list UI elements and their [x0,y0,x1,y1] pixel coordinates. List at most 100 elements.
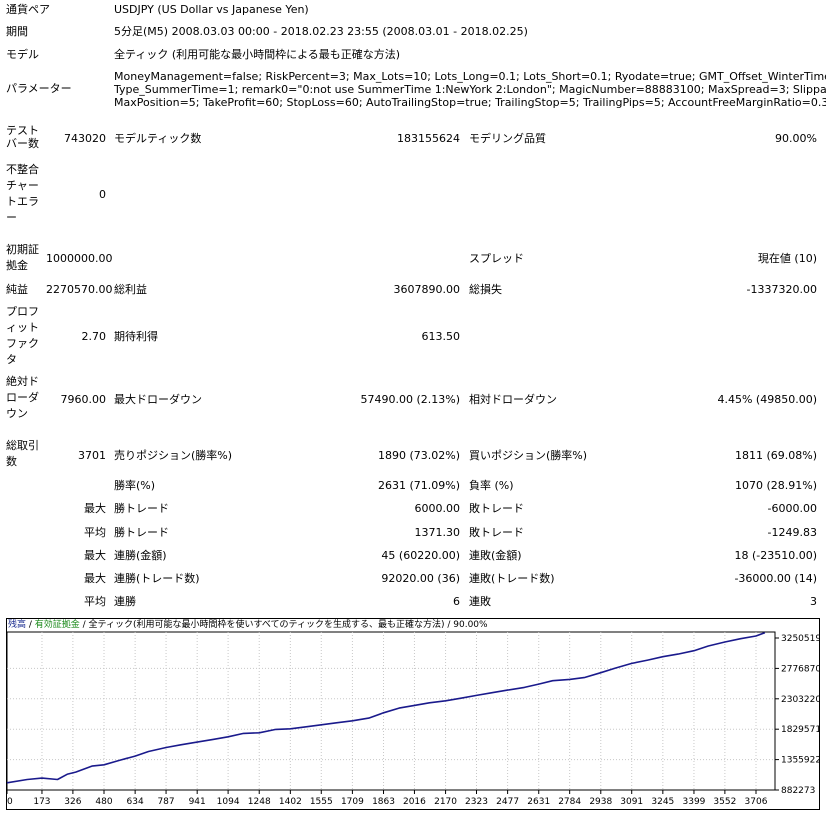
x-tick-label: 2016 [403,797,426,807]
average-loss-value: -1249.83 [767,526,817,539]
largest-profit-label: 勝トレード [114,502,169,515]
max-consec-losses-value: 18 (-23510.00) [734,549,817,562]
chart-caption-rest: / 全ティック(利用可能な最小時間枠を使いすべてのティックを生成する、最も正確な… [79,620,488,630]
average-profit-label: 勝トレード [114,526,169,539]
largest-profit-value: 6000.00 [414,502,461,515]
avg-consec-losses-value: 3 [810,595,817,608]
balance-chart-svg: 3250519 2776870 2303220 1829571 1355922 88227… [6,618,821,810]
ticks-modelled-label: モデルティック数 [114,132,202,145]
chart-caption-sep: / [26,620,35,630]
x-tick-label: 0 [7,797,13,807]
x-tick-label: 3399 [683,797,706,807]
long-positions-value: 1811 (69.08%) [734,449,817,462]
x-tick-label: 634 [127,797,144,807]
parameters-line-3: MaxPosition=5; TakeProfit=60; StopLoss=6… [114,96,826,109]
gross-profit-label: 総利益 [114,283,147,296]
chart-caption-balance: 残高 [8,620,27,630]
max-consec-wins-label: 連勝(金額) [114,549,167,562]
model-value: 全ティック (利用可能な最小時間枠による最も正確な方法) [114,48,401,61]
max-consec-money-label: 最大 [84,549,106,562]
loss-trades-value: 1070 (28.91%) [734,479,817,492]
max-consec-profit-wins-value: 92020.00 (36) [381,572,460,585]
average-profit-value: 1371.30 [414,526,461,539]
x-tick-label: 1248 [248,797,271,807]
x-tick-label: 3706 [745,797,768,807]
avg-consec-wins-value: 6 [453,595,460,608]
symbol-value: USDJPY (US Dollar vs Japanese Yen) [114,3,309,16]
x-tick-label: 787 [157,797,174,807]
x-tick-label: 326 [64,797,81,807]
total-trades-label: 総取引数 [6,439,39,468]
gross-loss-value: -1337320.00 [746,283,817,296]
y-tick-label: 1829571 [781,725,820,735]
profit-factor-label: プロフィットファクタ [6,305,39,366]
relative-drawdown-label: 相対ドローダウン [469,393,557,406]
y-tick-label: 1355922 [781,756,820,766]
y-tick-label: 2303220 [781,695,820,705]
loss-trades-label: 負率 (%) [469,479,514,492]
y-tick-label: 3250519 [781,634,820,644]
chart-frame [6,618,820,810]
avg-consec-label: 平均 [84,595,106,608]
average-loss-label: 敗トレード [469,526,524,539]
average-label: 平均 [84,526,106,539]
x-tick-label: 1709 [341,797,364,807]
maximal-drawdown-value: 57490.00 (2.13%) [360,393,460,406]
symbol-label: 通貨ペア [6,3,50,16]
x-tick-label: 173 [33,797,50,807]
avg-consec-wins-label: 連勝 [114,595,136,608]
x-tick-label: 3091 [620,797,643,807]
x-tick-label: 1555 [310,797,333,807]
x-tick-label: 2170 [434,797,457,807]
short-positions-label: 売りポジション(勝率%) [114,449,233,462]
initial-deposit-value: 1000000.00 [46,252,113,265]
x-tick-label: 2784 [558,797,581,807]
gross-profit-value: 3607890.00 [393,283,460,296]
x-tick-label: 2477 [496,797,519,807]
max-consec-profit-losses-label: 連敗(トレード数) [469,572,555,585]
parameters-line-2: Type_SummerTime=1; remark0="0:not use Su… [114,83,826,96]
chart-caption-equity: 有効証拠金 [34,620,80,630]
short-positions-value: 1890 (73.02%) [377,449,460,462]
expected-payoff-label: 期待利得 [114,330,158,343]
absolute-drawdown-label: 絶対ドローダウン [6,375,39,420]
avg-consec-losses-label: 連敗 [469,595,491,608]
y-tick-label: 2776870 [781,664,820,674]
net-profit-label: 純益 [6,283,28,296]
x-tick-label: 2323 [465,797,488,807]
profit-trades-value: 2631 (71.09%) [377,479,460,492]
relative-drawdown-value: 4.45% (49850.00) [717,393,817,406]
spread-label: スプレッド [469,252,524,265]
total-trades-value: 3701 [78,449,106,462]
x-tick-label: 3552 [713,797,736,807]
model-label: モデル [6,48,39,61]
max-consec-profit-label: 最大 [84,572,106,585]
largest-loss-label: 敗トレード [469,502,524,515]
max-consec-losses-label: 連敗(金額) [469,549,522,562]
x-tick-label: 2938 [589,797,612,807]
parameters-line-1: MoneyManagement=false; RiskPercent=3; Ma… [114,70,826,83]
gross-loss-label: 総損失 [469,283,502,296]
bars-in-test-label: テストバー数 [6,124,39,150]
modelling-quality-label: モデリング品質 [469,132,546,145]
spread-value: 現在値 (10) [757,252,817,265]
max-consec-profit-wins-label: 連勝(トレード数) [114,572,200,585]
period-value: 5分足(M5) 2008.03.03 00:00 - 2018.02.23 23… [114,25,528,38]
initial-deposit-label: 初期証拠金 [6,243,39,272]
profit-trades-label: 勝率(%) [114,479,156,492]
period-label: 期間 [6,25,28,38]
ticks-modelled-value: 183155624 [397,132,460,145]
x-tick-label: 1094 [217,797,240,807]
x-tick-label: 480 [95,797,112,807]
max-consec-profit-losses-value: -36000.00 (14) [734,572,817,585]
parameters-label: パラメーター [6,82,72,95]
bars-in-test-value: 743020 [64,132,106,145]
profit-factor-value: 2.70 [81,330,107,343]
modelling-quality-value: 90.00% [775,132,817,145]
y-tick-label: 882273 [781,786,815,796]
x-tick-label: 1402 [279,797,302,807]
expected-payoff-value: 613.50 [421,330,461,343]
x-tick-label: 1863 [372,797,395,807]
mismatched-errors-value: 0 [99,188,106,201]
x-tick-label: 3245 [651,797,674,807]
